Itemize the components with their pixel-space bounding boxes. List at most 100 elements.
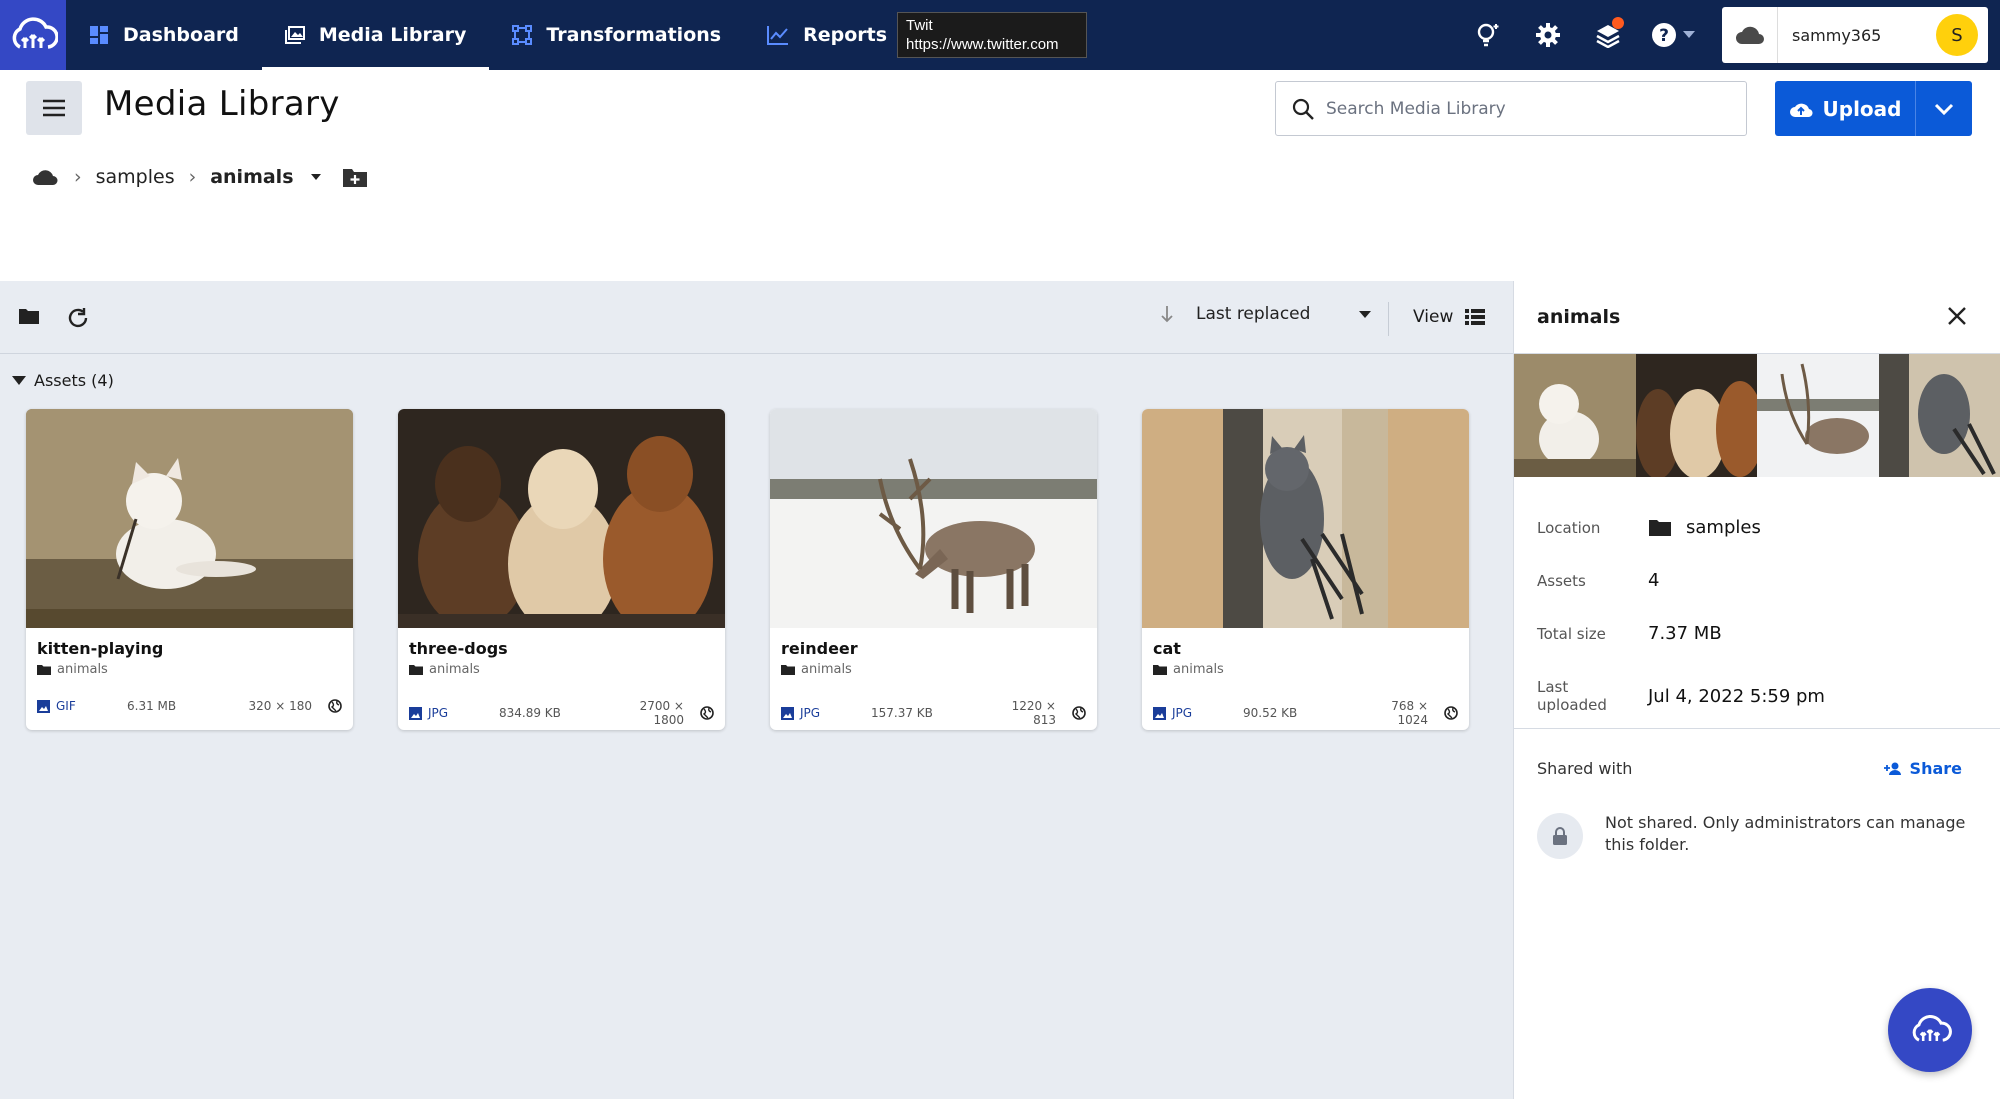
asset-dimensions: 1220 × 813 [1011,699,1056,727]
asset-format-label: JPG [800,706,821,720]
dogs-image [398,409,725,628]
last-uploaded-value: Jul 4, 2022 5:59 pm [1648,685,1825,707]
folder-icon [781,665,795,675]
cloud-logo-icon [1912,1015,1952,1042]
upload-options-button[interactable] [1916,103,1972,115]
reindeer-thumb-image [1757,354,1879,477]
nav-right: ? sammy365 S [1458,0,2000,70]
breadcrumb-separator-icon: › [74,166,82,188]
asset-format: JPG [781,706,871,720]
nav-dashboard-label: Dashboard [123,24,239,46]
last-uploaded-label-line2: uploaded [1537,696,1607,714]
assets-section-toggle[interactable]: Assets (4) [12,371,114,390]
upload-button[interactable]: Upload [1775,81,1916,136]
strip-thumb-kitten [1514,354,1636,477]
assistant-fab-button[interactable] [1888,988,1972,1072]
asset-thumbnail-cat [1142,409,1469,628]
nav-reports[interactable]: Reports [744,0,910,70]
caret-down-icon [12,375,26,385]
globe-icon [328,699,342,713]
nav-transformations[interactable]: Transformations [489,0,744,70]
cat-image [1142,409,1469,628]
tips-button[interactable] [1458,0,1518,70]
share-button[interactable]: Share [1883,759,1962,778]
cat-thumb-image [1878,354,2000,477]
transformations-icon [512,25,533,45]
close-icon[interactable] [1946,305,1968,327]
breadcrumb-animals: animals [210,166,294,188]
location-value[interactable]: samples [1648,517,1761,538]
top-navigation: Dashboard Media Library Transformations … [0,0,2000,70]
globe-icon [1072,706,1086,720]
folder-tree-icon[interactable] [18,307,40,325]
help-button[interactable]: ? [1638,0,1708,70]
cloud-root-icon[interactable] [32,168,60,186]
tooltip-title: Twit [906,17,933,34]
settings-button[interactable] [1518,0,1578,70]
hamburger-icon [43,99,65,117]
not-shared-message: Not shared. Only administrators can mana… [1605,813,1966,854]
asset-thumbnail-kitten [26,409,353,628]
cloud-icon [1735,26,1764,44]
search-icon [1292,98,1314,120]
folder-icon [1649,519,1671,536]
cloud-upload-icon [1789,103,1813,117]
dogs-thumb-image [1635,354,1757,477]
asset-name: kitten-playing [37,639,164,658]
cloudinary-logo[interactable] [0,0,66,70]
asset-folder-name: animals [801,662,852,677]
kitten-image [26,409,353,628]
asset-card[interactable]: reindeer animals JPG 157.37 KB 1220 × 81… [770,409,1097,730]
page-title: Media Library [104,84,340,124]
folder-icon [409,665,423,675]
media-library-icon [284,26,305,44]
asset-card[interactable]: three-dogs animals JPG 834.89 KB 2700 × … [398,409,725,730]
assets-value: 4 [1648,570,1660,591]
folder-dropdown-icon[interactable] [310,173,322,181]
nav-media-library[interactable]: Media Library [261,0,490,70]
academy-button[interactable] [1578,0,1638,70]
account-switcher[interactable]: sammy365 S [1722,7,1988,63]
share-label: Share [1909,759,1962,778]
search-input[interactable]: Search Media Library [1275,81,1747,136]
asset-format: JPG [1153,706,1243,720]
chevron-down-icon [1934,103,1954,115]
folder-info: Location samples Assets 4 Total size 7.3… [1514,477,2000,732]
asset-meta: GIF 6.31 MB 320 × 180 [37,699,342,713]
menu-toggle-button[interactable] [26,81,82,135]
asset-format-label: JPG [1172,706,1193,720]
strip-thumb-cat [1878,354,2000,477]
asset-card[interactable]: cat animals JPG 90.52 KB 768 × 1024 [1142,409,1469,730]
chevron-down-icon [1683,31,1695,38]
refresh-icon[interactable] [66,306,90,330]
asset-format: GIF [37,699,127,713]
shared-with-label: Shared with [1537,759,1633,778]
sort-control[interactable]: Last replaced [1160,304,1372,324]
asset-thumbnail-reindeer [770,409,1097,628]
list-view-icon [1465,309,1486,325]
reports-icon [767,26,789,45]
sort-label: Last replaced [1196,304,1311,324]
assets-section-title: Assets (4) [34,371,114,390]
gear-icon [1536,23,1560,47]
view-toggle[interactable]: View [1413,307,1486,327]
total-size-value: 7.37 MB [1648,623,1722,644]
upload-label: Upload [1822,96,1902,121]
asset-card[interactable]: kitten-playing animals GIF 6.31 MB 320 ×… [26,409,353,730]
new-folder-icon[interactable] [342,166,368,188]
svg-text:?: ? [1659,26,1669,46]
asset-format-label: GIF [56,699,76,713]
breadcrumb-samples[interactable]: samples [96,166,175,188]
asset-grid: kitten-playing animals GIF 6.31 MB 320 ×… [26,409,1514,730]
sort-direction-icon[interactable] [1160,305,1174,323]
nav-dashboard[interactable]: Dashboard [66,0,262,70]
panel-header: animals [1514,281,2000,354]
kitten-thumb-image [1514,354,1636,477]
globe-icon [1444,706,1458,720]
breadcrumb: › samples › animals [32,166,368,188]
asset-folder: animals [409,662,480,677]
asset-folder-name: animals [57,662,108,677]
asset-dimensions: 2700 × 1800 [639,699,684,727]
image-icon [1153,706,1166,720]
asset-name: three-dogs [409,639,508,658]
